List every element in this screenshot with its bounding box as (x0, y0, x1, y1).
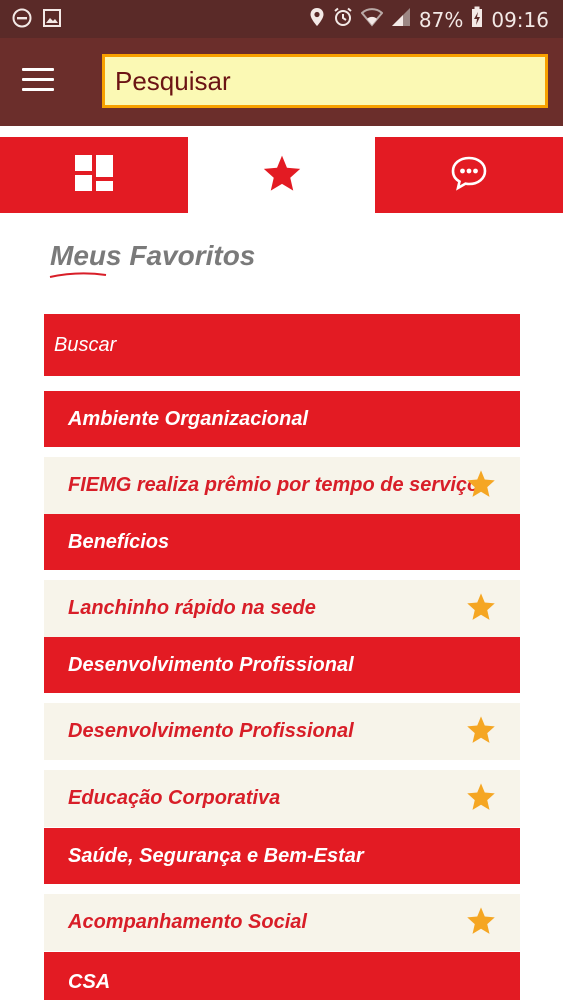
chat-bubble-icon (450, 155, 488, 196)
list-item[interactable]: Educação Corporativa (44, 770, 520, 827)
battery-charging-icon (471, 6, 483, 33)
list-item-label: Educação Corporativa (68, 787, 281, 809)
list-item[interactable]: CSA (44, 952, 520, 1000)
list-item-label: Lanchinho rápido na sede (68, 597, 316, 619)
signal-icon (391, 7, 411, 32)
status-bar: 87% 09:16 (0, 0, 563, 38)
list-item[interactable]: Lanchinho rápido na sede (44, 580, 520, 637)
list-item[interactable]: Ambiente Organizacional (44, 391, 520, 447)
alarm-icon (333, 7, 353, 32)
clock: 09:16 (491, 7, 549, 32)
do-not-disturb-icon (12, 8, 32, 33)
hamburger-menu-icon[interactable] (22, 68, 54, 92)
list-item-label: Acompanhamento Social (68, 911, 307, 933)
star-icon[interactable] (466, 469, 496, 503)
list-item[interactable]: Benefícios (44, 514, 520, 570)
list-item-label: CSA (68, 971, 111, 993)
location-icon (309, 7, 325, 32)
grid-icon (75, 154, 113, 196)
star-icon[interactable] (466, 906, 496, 940)
list-item[interactable]: Acompanhamento Social (44, 894, 520, 951)
section-title: Meus Favoritos (50, 240, 256, 271)
list-item[interactable]: Desenvolvimento Profissional (44, 637, 520, 693)
app-bar (0, 38, 563, 126)
star-icon (262, 154, 302, 197)
battery-percent: 87% (418, 7, 464, 32)
title-underline (49, 272, 107, 278)
list-item-label: Desenvolvimento Profissional (68, 720, 354, 742)
list-item[interactable]: FIEMG realiza prêmio por tempo de serviç… (44, 457, 520, 514)
search-input[interactable] (105, 57, 545, 105)
list-item-label: FIEMG realiza prêmio por tempo de serviç… (68, 474, 480, 496)
star-icon[interactable] (466, 592, 496, 626)
search-box (102, 54, 548, 108)
star-icon[interactable] (466, 782, 496, 816)
list-item-label: Saúde, Segurança e Bem-Estar (68, 844, 364, 867)
list-item-label: Desenvolvimento Profissional (68, 653, 354, 676)
tab-grid[interactable] (0, 137, 188, 213)
list-item[interactable]: Desenvolvimento Profissional (44, 703, 520, 760)
tab-messages[interactable] (375, 137, 563, 213)
list-item-label: Ambiente Organizacional (68, 407, 309, 430)
image-icon (42, 8, 62, 33)
star-icon[interactable] (466, 715, 496, 749)
list-item-label: Buscar (54, 333, 117, 356)
tab-favorites[interactable] (188, 137, 375, 213)
wifi-icon (360, 7, 384, 32)
list-item[interactable]: Saúde, Segurança e Bem-Estar (44, 828, 520, 884)
list-item-buscar[interactable]: Buscar (44, 314, 520, 376)
list-item-label: Benefícios (68, 530, 170, 553)
tab-bar (0, 137, 563, 213)
